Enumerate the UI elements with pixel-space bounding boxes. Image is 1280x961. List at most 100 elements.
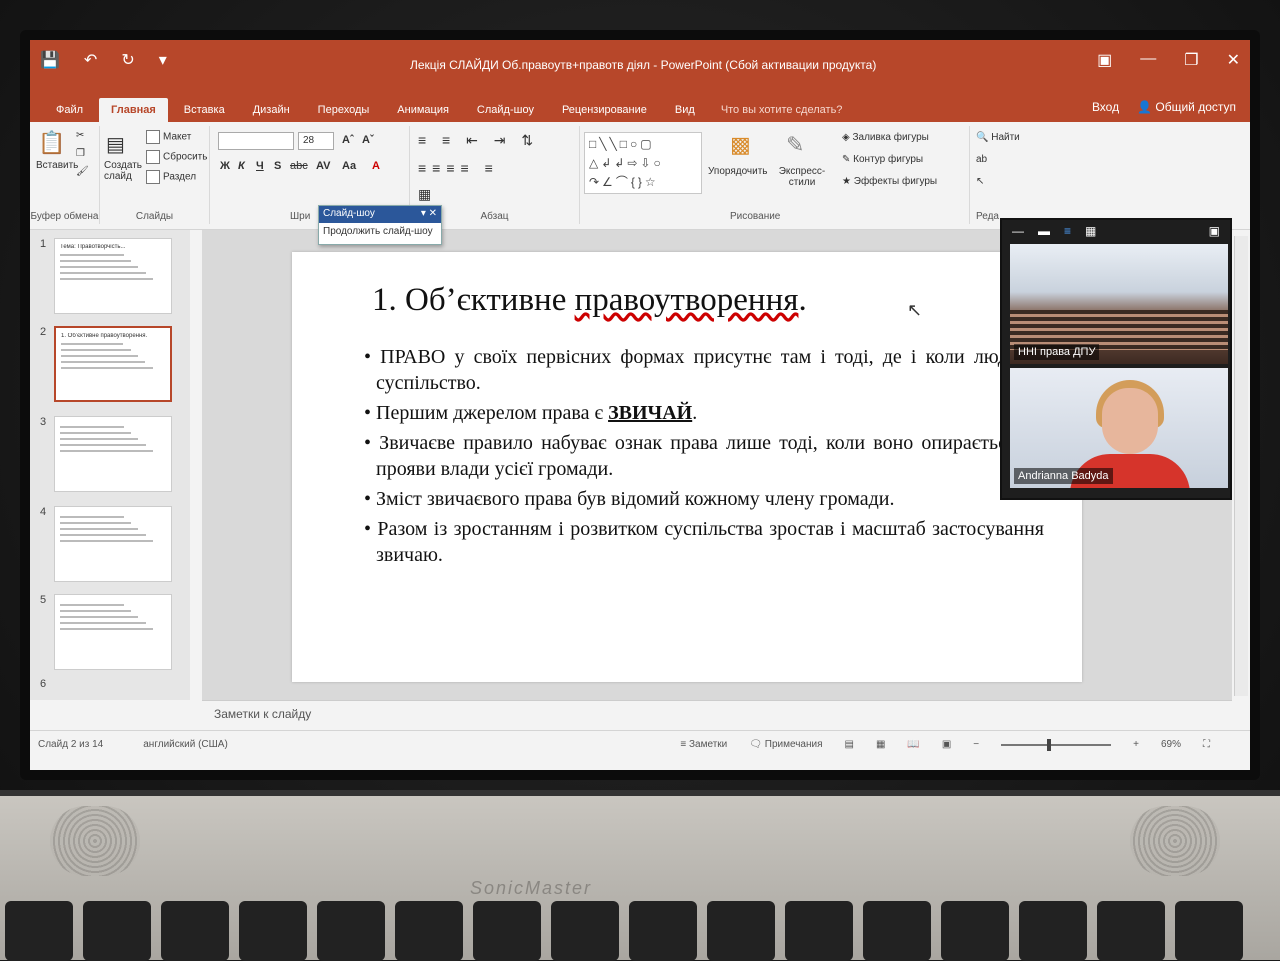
normal-view-icon[interactable]: ▤ bbox=[844, 739, 853, 750]
maximize-icon[interactable]: ❐ bbox=[1184, 50, 1198, 70]
tab-0[interactable]: Файл bbox=[44, 98, 95, 122]
arrange-icon[interactable]: ▩ bbox=[730, 132, 751, 158]
list-controls[interactable]: ≡ ≡ ⇤ ⇥ ⇅ bbox=[418, 132, 539, 149]
dropdown-close-icon[interactable]: ▾ ✕ bbox=[421, 208, 437, 221]
keyboard-key bbox=[161, 901, 229, 961]
ribbon-display-icon[interactable]: ▣ bbox=[1097, 50, 1112, 70]
video-tile-speaker[interactable]: Andrianna Badyda bbox=[1010, 368, 1228, 488]
shrink-font-icon[interactable]: Aˇ bbox=[362, 134, 374, 146]
shadow-button[interactable]: S bbox=[274, 160, 281, 172]
undo-icon[interactable]: ↶ bbox=[84, 50, 97, 70]
tab-6[interactable]: Слайд-шоу bbox=[465, 98, 546, 122]
shapes-gallery[interactable]: □╲╲□○▢ △↲↲⇨⇩○ ↷∠⌒{}☆ bbox=[584, 132, 702, 194]
comments-toggle[interactable]: 🗨 Примечания bbox=[749, 739, 822, 750]
tab-4[interactable]: Переходы bbox=[306, 98, 382, 122]
font-size-box[interactable]: 28 bbox=[298, 132, 334, 150]
cut-icon[interactable]: ✂ bbox=[76, 130, 84, 141]
minimize-meeting-icon[interactable]: — bbox=[1012, 224, 1024, 238]
quick-styles-icon[interactable]: ✎ bbox=[786, 132, 804, 158]
keyboard-key bbox=[5, 901, 73, 961]
strikethrough-button[interactable]: abc bbox=[290, 160, 308, 172]
font-name-box[interactable] bbox=[218, 132, 294, 150]
sign-in-link[interactable]: Вход bbox=[1092, 100, 1119, 114]
select-icon[interactable]: ↖ bbox=[976, 176, 984, 187]
grow-font-icon[interactable]: Aˆ bbox=[342, 134, 354, 146]
change-case-button[interactable]: Aa bbox=[342, 160, 356, 172]
customize-icon[interactable]: ▾ bbox=[159, 50, 167, 70]
quick-styles-button[interactable]: Экспресс-стили bbox=[776, 166, 828, 188]
italic-button[interactable]: К bbox=[238, 160, 245, 172]
bold-button[interactable]: Ж bbox=[220, 160, 230, 172]
continue-slideshow-item[interactable]: Продолжить слайд-шоу bbox=[319, 223, 441, 240]
zoom-in-icon[interactable]: + bbox=[1133, 739, 1139, 750]
char-spacing-button[interactable]: AV bbox=[316, 160, 330, 172]
thumbnail-text-line bbox=[60, 278, 154, 280]
slide-title: 1. Об’єктивне правоутворення. bbox=[372, 282, 807, 319]
find-button[interactable]: 🔍 Найти bbox=[976, 132, 1020, 143]
minimize-icon[interactable]: — bbox=[1140, 50, 1156, 70]
slide-thumbnail[interactable]: Тема: Правотворчість... bbox=[54, 238, 172, 314]
vertical-scrollbar[interactable] bbox=[1234, 236, 1248, 696]
format-painter-icon[interactable]: 🖌 bbox=[76, 166, 89, 177]
slide-sorter-icon[interactable]: ▦ bbox=[876, 739, 885, 750]
layout-button[interactable]: Макет bbox=[146, 130, 191, 144]
zoom-knob[interactable] bbox=[1047, 738, 1052, 751]
tab-8[interactable]: Вид bbox=[663, 98, 707, 122]
keyboard-key bbox=[1097, 901, 1165, 961]
redo-icon[interactable]: ↻ bbox=[121, 50, 134, 70]
slide-thumbnail[interactable] bbox=[54, 506, 172, 582]
fit-slide-icon[interactable]: ⛶ bbox=[1203, 739, 1210, 750]
align-controls[interactable]: ≡≡≡≡ ≡ bbox=[418, 160, 499, 176]
zoom-out-icon[interactable]: − bbox=[973, 739, 979, 750]
video-tile-auditorium[interactable]: ННІ права ДПУ bbox=[1010, 244, 1228, 364]
tab-2[interactable]: Вставка bbox=[172, 98, 237, 122]
zoom-slider[interactable] bbox=[1001, 738, 1112, 751]
arrange-button[interactable]: Упорядочить bbox=[708, 166, 768, 177]
bullet-item: Звичаєве правило набуває ознак права лиш… bbox=[364, 430, 1044, 482]
language-indicator[interactable]: английский (США) bbox=[143, 739, 228, 750]
gallery-view-icon[interactable]: ▦ bbox=[1085, 224, 1096, 238]
shape-fill-button[interactable]: ◈ Заливка фигуры bbox=[842, 132, 929, 143]
new-slide-icon[interactable]: ▤ bbox=[106, 132, 125, 157]
replace-icon[interactable]: ab bbox=[976, 154, 987, 165]
keyboard-key bbox=[83, 901, 151, 961]
reset-button[interactable]: Сбросить bbox=[146, 150, 207, 164]
slide-thumbnail[interactable] bbox=[54, 594, 172, 670]
group-editing: 🔍 Найти ab ↖ Реда bbox=[970, 126, 1050, 224]
underline-button[interactable]: Ч bbox=[256, 160, 264, 172]
speaker-grille-left bbox=[50, 806, 140, 876]
tab-1[interactable]: Главная bbox=[99, 98, 168, 122]
notes-toggle[interactable]: ≡ Заметки bbox=[680, 739, 727, 750]
slideshow-view-icon[interactable]: ▣ bbox=[942, 739, 951, 750]
tell-me-search[interactable]: Что вы хотите сделать? bbox=[711, 98, 853, 122]
columns-icon[interactable]: ▦ bbox=[418, 186, 431, 203]
shape-outline-button[interactable]: ✎ Контур фигуры bbox=[842, 154, 923, 165]
reading-view-icon[interactable]: 📖 bbox=[907, 739, 919, 750]
keyboard-key bbox=[317, 901, 385, 961]
thumbnail-text-line bbox=[60, 438, 139, 440]
tab-5[interactable]: Анимация bbox=[385, 98, 461, 122]
clipboard-group-label: Буфер обмена bbox=[30, 211, 99, 222]
font-color-button[interactable]: A bbox=[372, 160, 380, 172]
shape-effects-button[interactable]: ★ Эффекты фигуры bbox=[842, 176, 937, 187]
strip-view-icon[interactable]: ≡ bbox=[1064, 224, 1071, 238]
popout-icon[interactable]: ▣ bbox=[1209, 224, 1220, 238]
notes-toggle-label: Заметки bbox=[689, 739, 728, 750]
notes-pane[interactable]: Заметки к слайду bbox=[202, 700, 1232, 728]
slide-thumbnail[interactable] bbox=[54, 416, 172, 492]
zoom-level[interactable]: 69% bbox=[1161, 739, 1181, 750]
copy-icon[interactable]: ❐ bbox=[76, 148, 85, 159]
tab-7[interactable]: Рецензирование bbox=[550, 98, 659, 122]
section-button[interactable]: Раздел bbox=[146, 170, 196, 184]
paste-icon[interactable]: 📋 bbox=[38, 130, 65, 156]
thumbnail-text-line bbox=[61, 361, 146, 363]
current-slide[interactable]: 1. Об’єктивне правоутворення. ПРАВО у св… bbox=[292, 252, 1082, 682]
paste-button[interactable]: Вставить bbox=[36, 160, 78, 171]
save-icon[interactable]: 💾 bbox=[40, 50, 60, 70]
close-icon[interactable]: ✕ bbox=[1227, 50, 1240, 70]
share-button[interactable]: 👤 Общий доступ bbox=[1137, 100, 1236, 114]
tab-3[interactable]: Дизайн bbox=[241, 98, 302, 122]
speaker-view-icon[interactable]: ▬ bbox=[1038, 224, 1050, 238]
slide-thumbnail[interactable]: 1. Об’єктивне правоутворення. bbox=[54, 326, 172, 402]
new-slide-button[interactable]: Создать слайд bbox=[104, 160, 144, 182]
